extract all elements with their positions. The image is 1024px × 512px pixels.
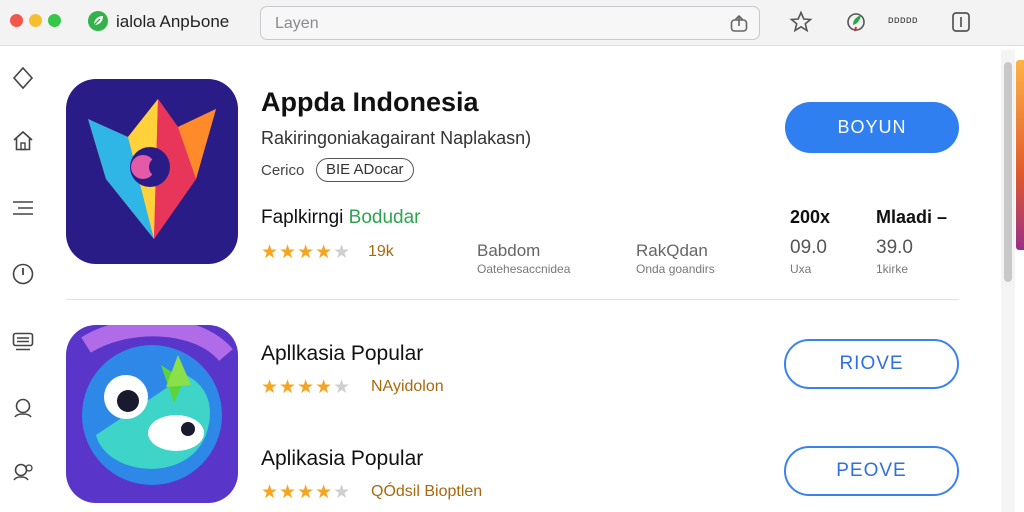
share-icon[interactable]	[729, 14, 749, 34]
metric-1-value: 09.0	[790, 237, 827, 258]
clock-icon[interactable]	[10, 261, 36, 287]
list-item-1-button[interactable]: RIOVE	[784, 339, 959, 389]
menu-icon[interactable]	[10, 195, 36, 221]
featured-app-icon[interactable]	[66, 79, 238, 264]
close-window-button[interactable]	[10, 14, 23, 27]
list-item-1-title[interactable]: Apllkasia Popular	[261, 342, 423, 366]
search-bar[interactable]	[260, 6, 760, 40]
maximize-window-button[interactable]	[48, 14, 61, 27]
search-input[interactable]	[275, 14, 715, 34]
stat-1-heading: Babdom	[477, 241, 541, 260]
section-divider	[66, 299, 959, 300]
diamond-icon[interactable]	[10, 65, 36, 91]
list-app-icon[interactable]	[66, 325, 238, 503]
featured-app-title[interactable]: Appda Indonesia	[261, 87, 479, 118]
app-logo-icon	[88, 11, 108, 31]
tablet-icon[interactable]	[948, 9, 974, 35]
featured-rating-stars: ★★★★★	[261, 242, 352, 263]
metric-2-value: 39.0	[876, 237, 913, 258]
people-icon[interactable]	[10, 459, 36, 485]
leaf-icon[interactable]	[843, 9, 869, 35]
minimize-window-button[interactable]	[29, 14, 42, 27]
list-item-1-stars: ★★★★★	[261, 377, 352, 398]
list-item-1-rating-text: NAyidolon	[371, 378, 444, 395]
featured-get-button[interactable]: BOYUN	[785, 102, 959, 153]
adjacent-window-edge	[1016, 60, 1024, 250]
stat-2-heading: RakQdan	[636, 241, 708, 260]
featured-app-subtitle: Rakiringoniakagairant Naplakasn)	[261, 128, 532, 148]
home-icon[interactable]	[10, 128, 36, 154]
stat-1-caption: Oatehesaccnidea	[477, 262, 571, 276]
list-item-2-title[interactable]: Aplikasia Popular	[261, 447, 423, 471]
toolbar-label: ᴅᴅᴅᴅᴅ	[888, 15, 919, 26]
developer-link[interactable]: Bodudar	[349, 207, 421, 228]
window-title: ialola AnpЬone	[116, 12, 230, 31]
metric-2-heading: Mlaadi –	[876, 207, 948, 227]
featured-app-category: Cerico	[261, 162, 305, 179]
metric-1-caption: Uxa	[790, 262, 812, 276]
metric-1-heading: 200x	[790, 207, 831, 227]
scrollbar-thumb[interactable]	[1004, 62, 1012, 282]
list-item-2-button[interactable]: PEOVE	[784, 446, 959, 496]
stat-2-caption: Onda goandirs	[636, 262, 715, 276]
title-bar: ialola AnpЬone ᴅᴅᴅᴅᴅ	[0, 0, 1024, 46]
vertical-scrollbar[interactable]	[1001, 50, 1015, 512]
featured-app-badge: BIE ADocar	[316, 158, 414, 182]
featured-developer: Faplkirngi Bodudar	[261, 207, 421, 229]
featured-rating-count: 19k	[368, 243, 394, 260]
list-icon[interactable]	[10, 329, 36, 355]
metric-2-caption: 1kirke	[876, 262, 909, 276]
person-icon[interactable]	[10, 395, 36, 421]
developer-prefix: Faplkirngi	[261, 207, 344, 228]
star-icon[interactable]	[788, 9, 814, 35]
list-item-2-rating-text: QÓdsil Bioptlen	[371, 483, 483, 500]
list-item-2-stars: ★★★★★	[261, 482, 352, 503]
sidebar	[0, 47, 46, 512]
